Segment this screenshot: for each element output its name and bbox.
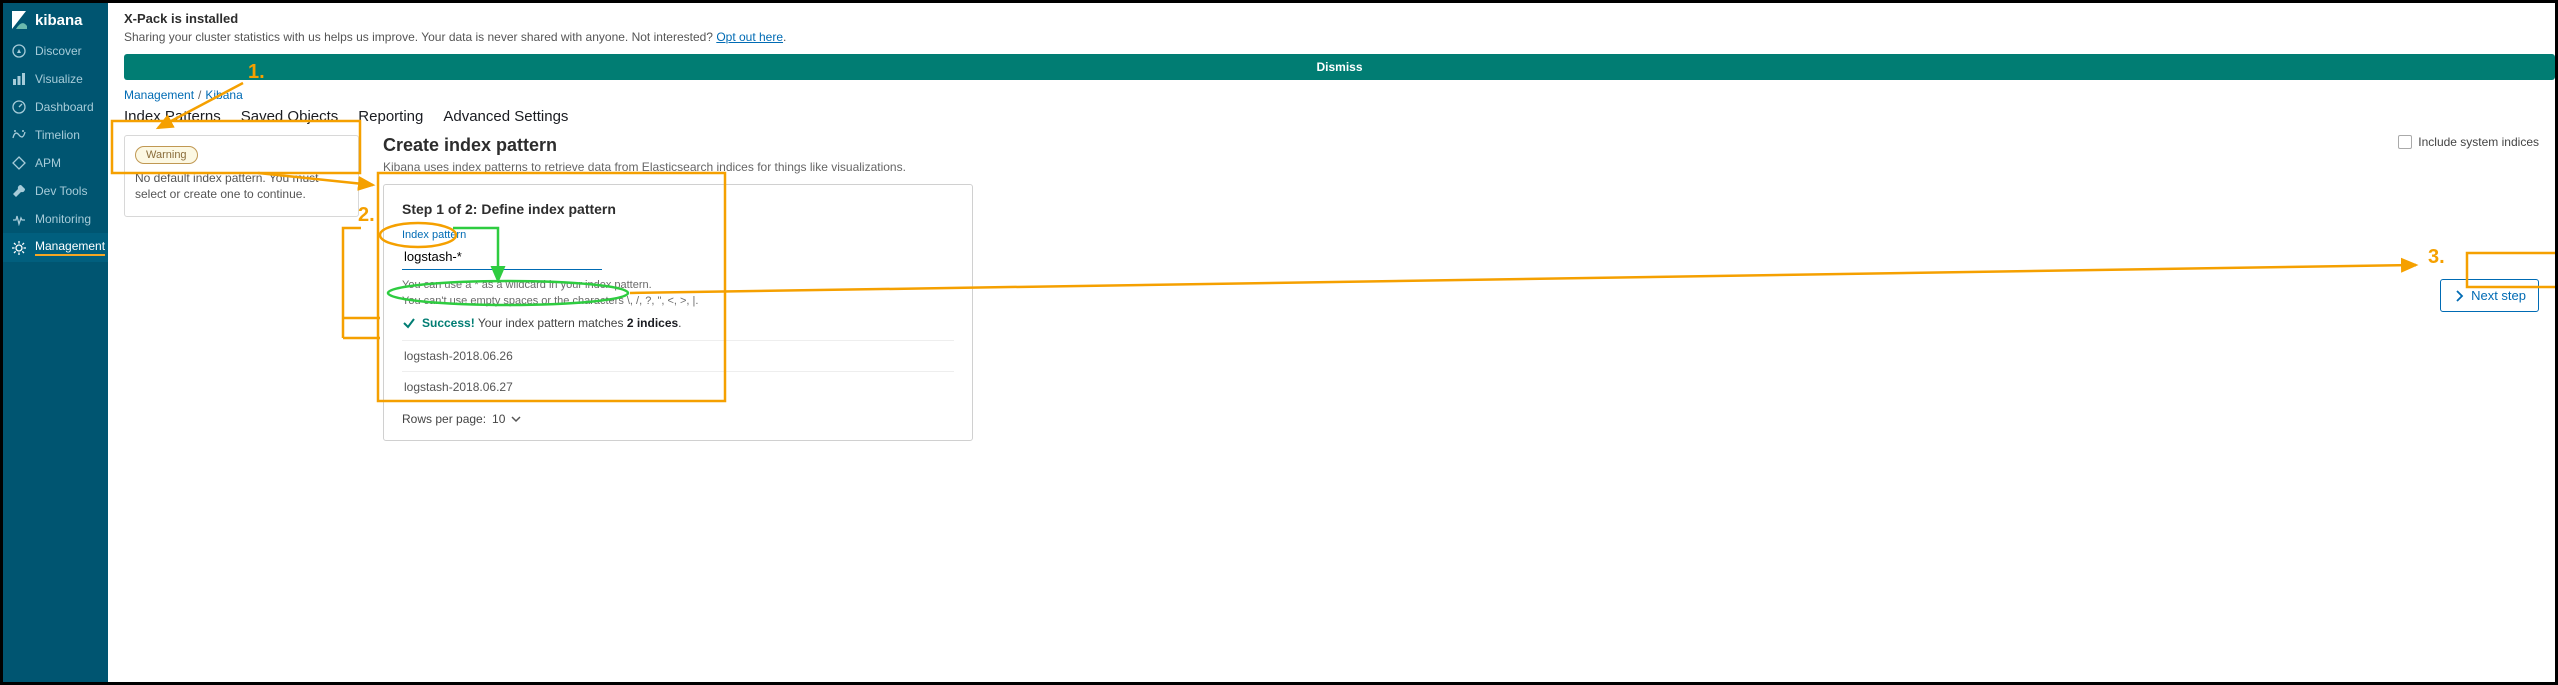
hints: You can use a * as a wildcard in your in… (402, 278, 954, 310)
bar-chart-icon (11, 71, 27, 87)
xpack-banner: X-Pack is installed Sharing your cluster… (108, 3, 2555, 44)
apm-icon (11, 155, 27, 171)
sidebar-item-label: Discover (35, 44, 82, 58)
success-message: Success! Your index pattern matches 2 in… (402, 316, 954, 330)
sidebar-item-devtools[interactable]: Dev Tools (3, 177, 108, 205)
sidebar-item-management[interactable]: Management (3, 233, 108, 262)
gauge-icon (11, 99, 27, 115)
sidebar-item-label: Dashboard (35, 100, 94, 114)
opt-out-link[interactable]: Opt out here (716, 30, 783, 44)
tab-reporting[interactable]: Reporting (358, 108, 423, 125)
crumb-kibana[interactable]: Kibana (205, 88, 242, 102)
next-step-button[interactable]: Next step (2440, 279, 2539, 312)
tab-index-patterns[interactable]: Index Patterns (124, 108, 221, 125)
kibana-logo-icon (11, 10, 29, 30)
sidebar-item-dashboard[interactable]: Dashboard (3, 93, 108, 121)
sidebar-item-label: APM (35, 156, 61, 170)
include-system-toggle[interactable]: Include system indices (2398, 135, 2539, 149)
warning-message: No default index pattern. You must selec… (135, 170, 348, 202)
sidebar-item-apm[interactable]: APM (3, 149, 108, 177)
banner-title: X-Pack is installed (124, 11, 2539, 26)
page-title: Create index pattern (383, 135, 906, 156)
sidebar-item-discover[interactable]: Discover (3, 37, 108, 65)
chevron-down-icon (511, 414, 521, 424)
breadcrumb: Management/Kibana (108, 88, 2555, 108)
sidebar: kibana Discover Visualize Dashboard Time… (3, 3, 108, 682)
rows-per-page[interactable]: Rows per page: 10 (402, 412, 954, 426)
gear-icon (11, 240, 27, 256)
dismiss-button[interactable]: Dismiss (124, 54, 2555, 80)
sidebar-item-label: Management (35, 239, 105, 256)
banner-text: Sharing your cluster statistics with us … (124, 30, 2539, 44)
page-subtitle: Kibana uses index patterns to retrieve d… (383, 160, 906, 174)
toggle-label: Include system indices (2418, 135, 2539, 149)
index-pattern-label: Index pattern (402, 229, 954, 241)
warning-pill: Warning (135, 146, 198, 164)
step-heading: Step 1 of 2: Define index pattern (402, 201, 954, 217)
wrench-icon (11, 183, 27, 199)
timelion-icon (11, 127, 27, 143)
sidebar-item-label: Monitoring (35, 212, 91, 226)
sidebar-nav: Discover Visualize Dashboard Timelion AP… (3, 37, 108, 262)
check-icon (402, 316, 416, 330)
compass-icon (11, 43, 27, 59)
sidebar-item-label: Dev Tools (35, 184, 87, 198)
index-pattern-input[interactable] (402, 245, 602, 267)
management-tabs: Index Patterns Saved Objects Reporting A… (108, 108, 2555, 135)
sidebar-item-label: Timelion (35, 128, 80, 142)
checkbox-icon (2398, 135, 2412, 149)
warning-callout: Warning No default index pattern. You mu… (124, 135, 359, 217)
sidebar-item-monitoring[interactable]: Monitoring (3, 205, 108, 233)
sidebar-item-visualize[interactable]: Visualize (3, 65, 108, 93)
chevron-right-icon (2453, 290, 2465, 302)
app-name: kibana (35, 12, 83, 29)
app-logo[interactable]: kibana (3, 3, 108, 37)
heartbeat-icon (11, 211, 27, 227)
list-item: logstash-2018.06.26 (402, 340, 954, 371)
tab-saved-objects[interactable]: Saved Objects (241, 108, 339, 125)
tab-advanced-settings[interactable]: Advanced Settings (443, 108, 568, 125)
step-panel: Step 1 of 2: Define index pattern Index … (383, 184, 973, 441)
sidebar-item-timelion[interactable]: Timelion (3, 121, 108, 149)
main-area: X-Pack is installed Sharing your cluster… (108, 3, 2555, 682)
sidebar-item-label: Visualize (35, 72, 83, 86)
list-item: logstash-2018.06.27 (402, 371, 954, 402)
crumb-management[interactable]: Management (124, 88, 194, 102)
matched-indices-list: logstash-2018.06.26 logstash-2018.06.27 (402, 340, 954, 402)
